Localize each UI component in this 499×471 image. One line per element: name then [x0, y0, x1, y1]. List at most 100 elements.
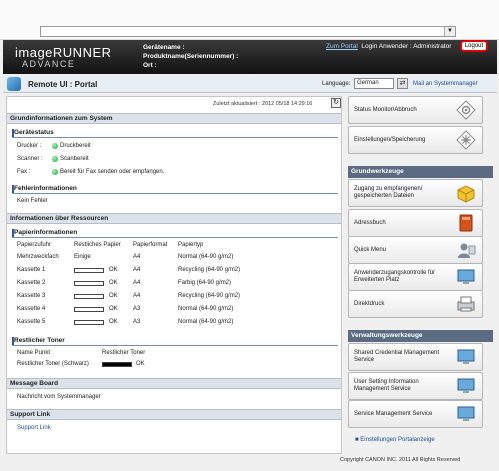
device-status-header: Gerätestatus	[14, 129, 54, 136]
language-apply-icon[interactable]: ⇄	[397, 78, 408, 89]
address-bar[interactable]	[40, 26, 456, 37]
paper-type: Normal (64-90 g/m2)	[178, 254, 234, 260]
folder-box-icon	[456, 183, 476, 203]
paper-level-bar	[74, 281, 104, 286]
status-value: Scanbereit	[60, 156, 89, 162]
paper-source: Kassette 4	[17, 306, 46, 312]
message-value: Nachricht vom Systemmanager	[17, 394, 101, 400]
copyright: Copyright CANON INC. 2011 All Rights Res…	[340, 457, 461, 463]
paper-remaining: OK	[109, 319, 118, 325]
login-user-text: Login Anwender : Administrator	[361, 43, 452, 50]
language-label: Language:	[322, 81, 351, 87]
status-monitor-icon	[456, 100, 476, 120]
location-label: Ort :	[143, 62, 157, 69]
shared-credential-button[interactable]: Shared Credential Management Service	[348, 343, 483, 371]
product-label: Produktname(Seriennummer) :	[143, 53, 239, 60]
paper-source: Kassette 3	[17, 293, 46, 299]
button-label: Anwenderzugangskontrolle für Erweiterten…	[354, 270, 436, 283]
user-setting-button[interactable]: User Setting Information Management Serv…	[348, 372, 483, 400]
error-value: Kein Fehler	[17, 198, 48, 204]
paper-source: Kassette 5	[17, 319, 46, 325]
paper-format: A3	[133, 319, 141, 325]
button-label: Einstellungen/Speicherung	[354, 136, 426, 143]
paper-format: A4	[133, 293, 141, 299]
settings-registration-button[interactable]: Einstellungen/Speicherung	[348, 126, 483, 154]
monitor-icon	[456, 267, 476, 287]
column-header: Restlicher Toner	[102, 350, 146, 356]
divider	[12, 229, 338, 238]
zum-portal-link[interactable]: Zum Portal	[326, 43, 358, 50]
status-ok-icon	[52, 143, 58, 149]
basic-tools-header: Grundwerkzeuge	[348, 166, 493, 178]
toner-header: Restlicher Toner	[14, 337, 65, 344]
paper-type: Recycling (64-90 g/m2)	[178, 293, 241, 299]
toner-name: Restlicher Toner (Schwarz)	[17, 361, 89, 367]
paper-format: A3	[133, 306, 141, 312]
button-label: Adressbuch	[354, 219, 386, 226]
address-book-button[interactable]: Adressbuch	[348, 209, 483, 237]
column-header: Papierzufuhr	[17, 242, 52, 248]
column-header: Name Punkt	[17, 350, 51, 356]
direct-print-button[interactable]: Direktdruck	[348, 290, 483, 318]
status-ok-icon	[52, 169, 58, 175]
main-panel	[6, 96, 342, 454]
access-control-button[interactable]: Anwenderzugangskontrolle für Erweiterten…	[348, 263, 483, 291]
monitor-icon	[456, 347, 476, 367]
paper-level-bar	[74, 294, 104, 299]
printer-icon	[456, 294, 476, 314]
paper-level-bar	[74, 307, 104, 312]
refresh-icon[interactable]: ↻	[331, 98, 341, 108]
chevron-down-icon[interactable]: ▼	[444, 27, 455, 36]
button-label: Direktdruck	[354, 300, 385, 307]
column-header: Papierformat	[133, 242, 168, 248]
paper-type: Normal (64-90 g/m2)	[178, 306, 234, 312]
device-name-label: Gerätename :	[143, 44, 185, 51]
divider	[12, 337, 338, 346]
paper-format: A4	[133, 254, 141, 260]
paper-format: A4	[133, 267, 141, 273]
support-link[interactable]: Support Link	[17, 425, 51, 431]
monitor-icon	[456, 404, 476, 424]
status-value: Bereit für Fax senden oder empfangen.	[60, 169, 165, 175]
support-link-header: Support Link	[7, 409, 341, 420]
resources-header: Informationen über Ressourcen	[7, 213, 341, 224]
divider	[12, 129, 338, 138]
settings-icon	[456, 130, 476, 150]
monitor-icon	[456, 376, 476, 396]
basic-info-header: Grundinformationen zum System	[7, 113, 341, 124]
header-links: Zum Portal Login Anwender : Administrato…	[326, 43, 451, 50]
button-label: User Setting Information Management Serv…	[354, 379, 419, 392]
paper-remaining: Einige	[74, 254, 91, 260]
received-files-button[interactable]: Zugang zu empfangenen/ gespeicherten Dat…	[348, 179, 483, 207]
admin-tools-header: Verwaltungswerkzeuge	[348, 330, 493, 342]
service-management-button[interactable]: Service Management Service	[348, 400, 483, 428]
paper-source: Mehrzweckfach	[17, 254, 59, 260]
user-icon	[456, 240, 476, 260]
button-label: Shared Credential Management Service	[354, 350, 440, 363]
paper-source: Kassette 2	[17, 280, 46, 286]
status-ok-icon	[52, 156, 58, 162]
paper-format: A4	[133, 280, 141, 286]
divider	[12, 185, 338, 194]
paper-level-bar	[74, 268, 104, 273]
mail-admin-link[interactable]: Mail an Systemmanager	[413, 81, 478, 87]
paper-type: Normal (64-90 g/m2)	[178, 319, 234, 325]
logout-button[interactable]: Logout	[460, 40, 488, 52]
book-icon	[456, 213, 476, 233]
paper-source: Kassette 1	[17, 267, 46, 273]
logo: imageRUNNER	[15, 45, 112, 60]
portal-settings-link[interactable]: ■ Einstellungen Portalanzeige	[355, 437, 435, 443]
logo-subtitle: ADVANCE	[22, 59, 76, 69]
paper-info-header: Papierinformationen	[14, 229, 78, 236]
status-monitor-button[interactable]: Status Monitor/Abbruch	[348, 96, 483, 124]
column-header: Papiertyp	[178, 242, 204, 248]
error-info-header: Fehlerinformationen	[14, 185, 77, 192]
paper-type: Recycling (64-90 g/m2)	[178, 267, 241, 273]
message-board-header: Message Board	[7, 378, 341, 389]
button-label: Service Management Service	[354, 410, 433, 417]
quick-menu-button[interactable]: Quick Menu	[348, 236, 483, 264]
status-value: Druckbereit	[60, 143, 91, 149]
language-select[interactable]: German	[354, 78, 394, 89]
status-label: Fax :	[17, 169, 31, 175]
app-header: imageRUNNER ADVANCE Gerätename : Produkt…	[3, 40, 497, 74]
